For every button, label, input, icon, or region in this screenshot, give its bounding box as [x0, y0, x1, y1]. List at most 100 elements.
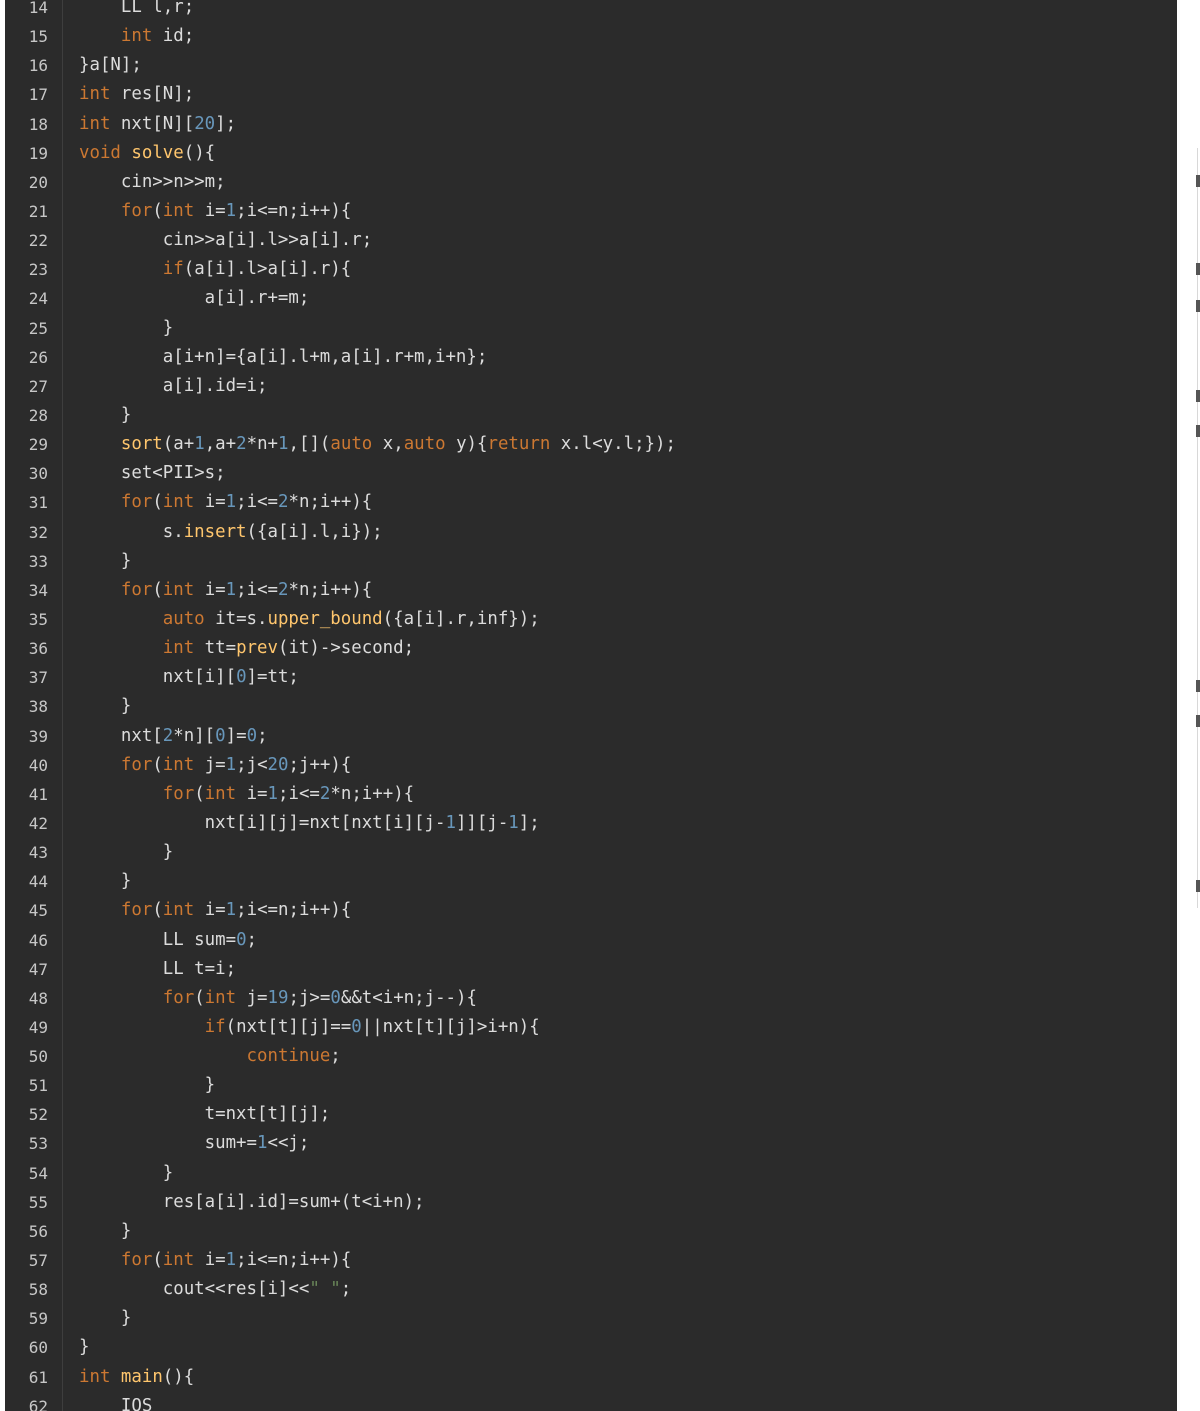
- code-line[interactable]: if(nxt[t][j]==0||nxt[t][j]>i+n){: [79, 1013, 1177, 1042]
- code-line[interactable]: int id;: [79, 22, 1177, 51]
- code-line[interactable]: void solve(){: [79, 139, 1177, 168]
- code-line[interactable]: int tt=prev(it)->second;: [79, 634, 1177, 663]
- code-line[interactable]: a[i+n]={a[i].l+m,a[i].r+m,i+n};: [79, 343, 1177, 372]
- code-line[interactable]: }: [79, 838, 1177, 867]
- code-token: LL l,r;: [79, 0, 195, 17]
- code-token: a[i].r+=m;: [79, 288, 310, 309]
- code-line[interactable]: }: [79, 1304, 1177, 1333]
- code-line[interactable]: sum+=1<<j;: [79, 1129, 1177, 1158]
- line-number: 50: [28, 1047, 48, 1067]
- code-line[interactable]: nxt[i][0]=tt;: [79, 663, 1177, 692]
- code-token: &&t<i+n;j--){: [340, 987, 477, 1008]
- code-line[interactable]: nxt[i][j]=nxt[nxt[i][j-1]][j-1];: [79, 809, 1177, 838]
- code-token: ;: [340, 1279, 352, 1300]
- code-token: (nxt[t][j]==: [225, 1016, 352, 1037]
- line-number: 23: [28, 260, 48, 280]
- code-token: 1: [225, 1250, 237, 1271]
- code-line[interactable]: LL l,r;: [79, 0, 1177, 22]
- code-line[interactable]: a[i].id=i;: [79, 372, 1177, 401]
- code-line[interactable]: for(int j=1;j<20;j++){: [79, 751, 1177, 780]
- code-line[interactable]: LL sum=0;: [79, 926, 1177, 955]
- code-line[interactable]: cout<<res[i]<<" ";: [79, 1275, 1177, 1304]
- code-line[interactable]: set<PII>s;: [79, 459, 1177, 488]
- code-line[interactable]: res[a[i].id]=sum+(t<i+n);: [79, 1188, 1177, 1217]
- code-line[interactable]: }a[N];: [79, 51, 1177, 80]
- scroll-marker: [1196, 263, 1200, 275]
- line-number: 53: [28, 1134, 48, 1154]
- code-line[interactable]: sort(a+1,a+2*n+1,[](auto x,auto y){retur…: [79, 430, 1177, 459]
- code-line[interactable]: LL t=i;: [79, 955, 1177, 984]
- code-line[interactable]: for(int i=1;i<=n;i++){: [79, 896, 1177, 925]
- code-line[interactable]: if(a[i].l>a[i].r){: [79, 255, 1177, 284]
- line-number: 45: [28, 901, 48, 921]
- code-token: cin>>a[i].l>>a[i].r;: [79, 230, 373, 251]
- line-number-gutter: 14 15 16 17 18 19 20 21 22 23 24 25 26 27 28 29 30 31 32 33…: [5, 0, 63, 1411]
- code-token: for: [120, 492, 153, 513]
- code-token: 0: [236, 667, 247, 688]
- line-number: 49: [28, 1017, 48, 1037]
- code-token: int: [162, 579, 195, 600]
- code-line[interactable]: }: [79, 547, 1177, 576]
- code-token: return: [487, 434, 551, 455]
- code-token: i=: [194, 200, 226, 221]
- code-line[interactable]: nxt[2*n][0]=0;: [79, 722, 1177, 751]
- line-number: 46: [28, 930, 48, 950]
- code-line[interactable]: }: [79, 314, 1177, 343]
- code-token: auto: [403, 434, 446, 455]
- code-token: sort: [120, 434, 163, 455]
- scroll-marker: [1196, 680, 1200, 692]
- code-line[interactable]: int res[N];: [79, 80, 1177, 109]
- code-line[interactable]: }: [79, 1333, 1177, 1362]
- code-line[interactable]: for(int i=1;i<=2*n;i++){: [79, 488, 1177, 517]
- code-token: main: [120, 1366, 163, 1387]
- code-line[interactable]: cin>>n>>m;: [79, 168, 1177, 197]
- line-number: 61: [28, 1367, 48, 1387]
- code-line[interactable]: }: [79, 401, 1177, 430]
- code-token: *n][: [173, 725, 216, 746]
- code-token: ]][j-: [455, 812, 509, 833]
- line-number: 28: [28, 405, 48, 425]
- code-line[interactable]: a[i].r+=m;: [79, 284, 1177, 313]
- code-token: (: [152, 200, 163, 221]
- code-token: (: [152, 492, 163, 513]
- code-token: ;: [257, 725, 268, 746]
- code-line[interactable]: for(int i=1;i<=2*n;i++){: [79, 780, 1177, 809]
- right-scroll-strip[interactable]: [1177, 0, 1200, 1411]
- code-line[interactable]: for(int j=19;j>=0&&t<i+n;j--){: [79, 984, 1177, 1013]
- code-line[interactable]: auto it=s.upper_bound({a[i].r,inf});: [79, 605, 1177, 634]
- code-editor[interactable]: 14 15 16 17 18 19 20 21 22 23 24 25 26 27 28 29 30 31 32 33…: [5, 0, 1177, 1411]
- code-line[interactable]: cin>>a[i].l>>a[i].r;: [79, 226, 1177, 255]
- code-line[interactable]: for(int i=1;i<=n;i++){: [79, 197, 1177, 226]
- code-token: 19: [267, 987, 289, 1008]
- code-token: 1: [225, 200, 237, 221]
- code-line[interactable]: int main(){: [79, 1363, 1177, 1392]
- code-line[interactable]: continue;: [79, 1042, 1177, 1071]
- code-token: 1: [257, 1133, 268, 1154]
- code-line[interactable]: IOS: [79, 1392, 1177, 1411]
- code-token: }: [79, 842, 174, 863]
- code-line[interactable]: t=nxt[t][j];: [79, 1100, 1177, 1129]
- code-area[interactable]: LL l,r; int id;}a[N]; int res[N]; int nxt[…: [79, 0, 1177, 1411]
- code-token: ;: [246, 929, 258, 950]
- code-token: }: [79, 696, 132, 717]
- code-line[interactable]: for(int i=1;i<=2*n;i++){: [79, 576, 1177, 605]
- code-token: cin>>n>>m;: [79, 171, 226, 192]
- code-line[interactable]: int nxt[N][20];: [79, 110, 1177, 139]
- code-token: *n+: [246, 434, 279, 455]
- line-number: 59: [28, 1309, 48, 1329]
- code-token: 2: [278, 579, 289, 600]
- code-token: (: [152, 754, 163, 775]
- code-line[interactable]: for(int i=1;i<=n;i++){: [79, 1246, 1177, 1275]
- code-line[interactable]: }: [79, 692, 1177, 721]
- code-line[interactable]: }: [79, 867, 1177, 896]
- scroll-marker: [1196, 300, 1200, 312]
- code-line[interactable]: }: [79, 1159, 1177, 1188]
- line-number: 40: [28, 755, 48, 775]
- code-line[interactable]: }: [79, 1217, 1177, 1246]
- code-line[interactable]: }: [79, 1071, 1177, 1100]
- code-line[interactable]: s.insert({a[i].l,i});: [79, 518, 1177, 547]
